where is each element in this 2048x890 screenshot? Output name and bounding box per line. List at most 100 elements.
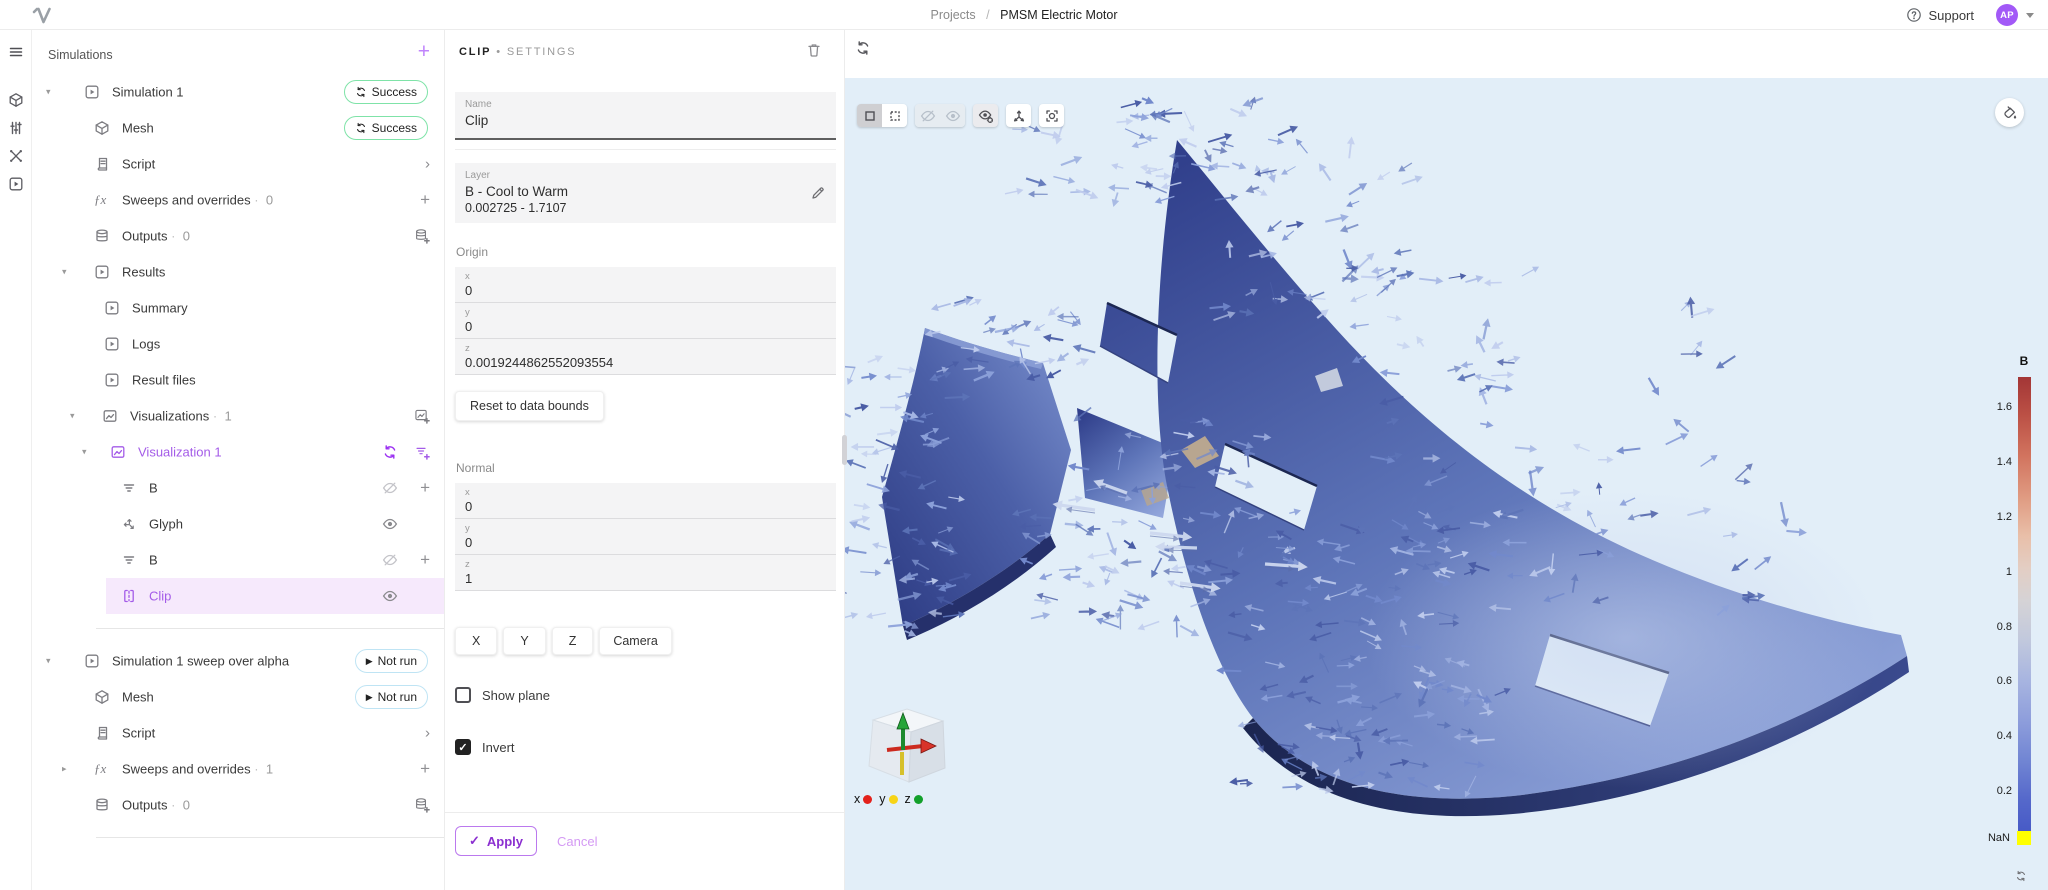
visibility-off-icon[interactable] xyxy=(382,552,398,568)
chevron-right-icon[interactable]: › xyxy=(425,725,430,742)
name-field-value[interactable]: Clip xyxy=(465,113,826,128)
visibility-off-icon[interactable] xyxy=(382,480,398,496)
visibility-on-icon[interactable] xyxy=(382,516,398,532)
chevron-down-icon[interactable]: ▾ xyxy=(62,267,67,278)
mesh-nav-button[interactable] xyxy=(4,144,28,168)
tree-row-mesh-2[interactable]: Mesh ▶Not run xyxy=(32,679,444,715)
add-simulation-button[interactable]: + xyxy=(418,40,430,64)
axes-triad-button[interactable] xyxy=(1006,104,1031,127)
status-badge-not-run[interactable]: ▶Not run xyxy=(355,685,428,709)
add-child-filter-button[interactable]: + xyxy=(420,480,430,496)
add-output-icon[interactable] xyxy=(414,228,430,244)
account-chevron-down-icon[interactable] xyxy=(2026,13,2034,18)
tree-row-results[interactable]: ▾ Results xyxy=(32,254,444,290)
tree-row-simulation-1[interactable]: ▾ Simulation 1 Success xyxy=(32,74,444,110)
colormap-button[interactable] xyxy=(1995,98,2024,127)
show-plane-row[interactable]: ✓ Show plane xyxy=(455,687,836,703)
menu-button[interactable] xyxy=(4,40,28,64)
colorbar[interactable] xyxy=(2018,377,2031,845)
tree-row-script-2[interactable]: Script › xyxy=(32,715,444,751)
add-visualization-icon[interactable] xyxy=(414,408,430,424)
chevron-down-icon[interactable]: ▾ xyxy=(70,411,75,422)
chevron-right-icon[interactable]: ▸ xyxy=(62,764,67,775)
visibility-settings-button[interactable] xyxy=(973,104,998,127)
simulations-panel: Simulations + ▾ Simulation 1 Success Mes… xyxy=(32,30,445,890)
avatar[interactable]: AP xyxy=(1996,4,2018,26)
tree-row-script[interactable]: Script › xyxy=(32,146,444,182)
chevron-down-icon[interactable]: ▾ xyxy=(82,447,87,458)
orientation-cube[interactable] xyxy=(851,700,959,792)
tree-row-clip-selected[interactable]: Clip xyxy=(106,578,444,614)
add-sweep-button[interactable]: + xyxy=(420,192,430,208)
tree-row-summary[interactable]: Summary xyxy=(32,290,444,326)
tree-row-result-files[interactable]: Result files xyxy=(32,362,444,398)
app-logo-icon[interactable] xyxy=(30,3,54,27)
simulation-nav-button[interactable] xyxy=(4,172,28,196)
add-sweep-button[interactable]: + xyxy=(420,761,430,777)
tree-row-logs[interactable]: Logs xyxy=(32,326,444,362)
normal-y-value[interactable]: 0 xyxy=(465,535,826,550)
normal-y-field[interactable]: y 0 xyxy=(455,519,836,555)
recenter-view-button[interactable] xyxy=(1039,104,1064,127)
geometry-nav-button[interactable] xyxy=(4,88,28,112)
tree-row-glyph[interactable]: Glyph xyxy=(32,506,444,542)
invert-row[interactable]: ✓ Invert xyxy=(455,739,836,755)
origin-y-field[interactable]: y 0 xyxy=(455,303,836,339)
status-badge-not-run[interactable]: ▶Not run xyxy=(355,649,428,673)
add-child-filter-button[interactable]: + xyxy=(420,552,430,568)
tree-row-outputs-2[interactable]: Outputs0 xyxy=(32,787,444,823)
normal-x-value[interactable]: 0 xyxy=(465,499,826,514)
apply-button[interactable]: ✓Apply xyxy=(455,826,537,856)
chevron-right-icon[interactable]: › xyxy=(425,156,430,173)
support-button[interactable]: Support xyxy=(1906,7,1974,23)
select-dashed-button[interactable] xyxy=(882,104,907,127)
status-badge-success[interactable]: Success xyxy=(344,116,428,140)
script-icon xyxy=(94,156,110,172)
tree-row-simulation-sweep[interactable]: ▾ Simulation 1 sweep over alpha ▶Not run xyxy=(32,643,444,679)
normal-y-button[interactable]: Y xyxy=(503,627,545,655)
chevron-down-icon[interactable]: ▾ xyxy=(46,656,51,667)
setup-nav-button[interactable] xyxy=(4,116,28,140)
edit-layer-button[interactable] xyxy=(810,185,826,201)
visibility-on-icon[interactable] xyxy=(382,588,398,604)
viewport-3d[interactable]: B 1.61.41.210.80.60.40.2 NaN xyxy=(845,78,2048,890)
tree-row-visualizations[interactable]: ▾ Visualizations1 xyxy=(32,398,444,434)
tree-row-b-2[interactable]: B + xyxy=(32,542,444,578)
settings-title-secondary: SETTINGS xyxy=(507,46,576,58)
tree-row-b-1[interactable]: B + xyxy=(32,470,444,506)
colorbar-reset-button[interactable] xyxy=(2015,870,2027,882)
name-field[interactable]: Name Clip xyxy=(455,92,836,140)
tree-row-sweeps-overrides-2[interactable]: ▸ ƒx Sweeps and overrides1 + xyxy=(32,751,444,787)
layer-field[interactable]: Layer B - Cool to Warm 0.002725 - 1.7107 xyxy=(455,163,836,223)
select-solid-button[interactable] xyxy=(857,104,882,127)
add-output-icon[interactable] xyxy=(414,797,430,813)
panel-resize-handle[interactable] xyxy=(842,435,847,465)
normal-z-value[interactable]: 1 xyxy=(465,571,826,586)
refresh-visualization-icon[interactable] xyxy=(382,444,398,460)
normal-z-field[interactable]: z 1 xyxy=(455,555,836,591)
cancel-button[interactable]: Cancel xyxy=(557,826,597,849)
tree-row-visualization-1[interactable]: ▾ Visualization 1 xyxy=(32,434,444,470)
normal-camera-button[interactable]: Camera xyxy=(599,627,671,655)
normal-z-button[interactable]: Z xyxy=(552,627,594,655)
invert-checkbox[interactable]: ✓ xyxy=(455,739,471,755)
refresh-viewport-button[interactable] xyxy=(855,40,871,56)
origin-x-value[interactable]: 0 xyxy=(465,283,826,298)
status-badge-success[interactable]: Success xyxy=(344,80,428,104)
normal-x-button[interactable]: X xyxy=(455,627,497,655)
motor-3d-scene[interactable] xyxy=(845,78,2048,890)
reset-to-data-bounds-button[interactable]: Reset to data bounds xyxy=(455,391,604,421)
origin-x-field[interactable]: x 0 xyxy=(455,267,836,303)
show-plane-checkbox[interactable]: ✓ xyxy=(455,687,471,703)
tree-row-sweeps-overrides[interactable]: ƒx Sweeps and overrides0 + xyxy=(32,182,444,218)
origin-y-value[interactable]: 0 xyxy=(465,319,826,334)
add-filter-icon[interactable] xyxy=(414,444,430,460)
normal-x-field[interactable]: x 0 xyxy=(455,483,836,519)
chevron-down-icon[interactable]: ▾ xyxy=(46,87,51,98)
delete-clip-button[interactable] xyxy=(806,42,822,58)
breadcrumb-projects-link[interactable]: Projects xyxy=(931,8,976,22)
tree-row-outputs[interactable]: Outputs0 xyxy=(32,218,444,254)
origin-z-field[interactable]: z 0.0019244862552093554 xyxy=(455,339,836,375)
tree-row-mesh[interactable]: Mesh Success xyxy=(32,110,444,146)
origin-z-value[interactable]: 0.0019244862552093554 xyxy=(465,355,826,370)
